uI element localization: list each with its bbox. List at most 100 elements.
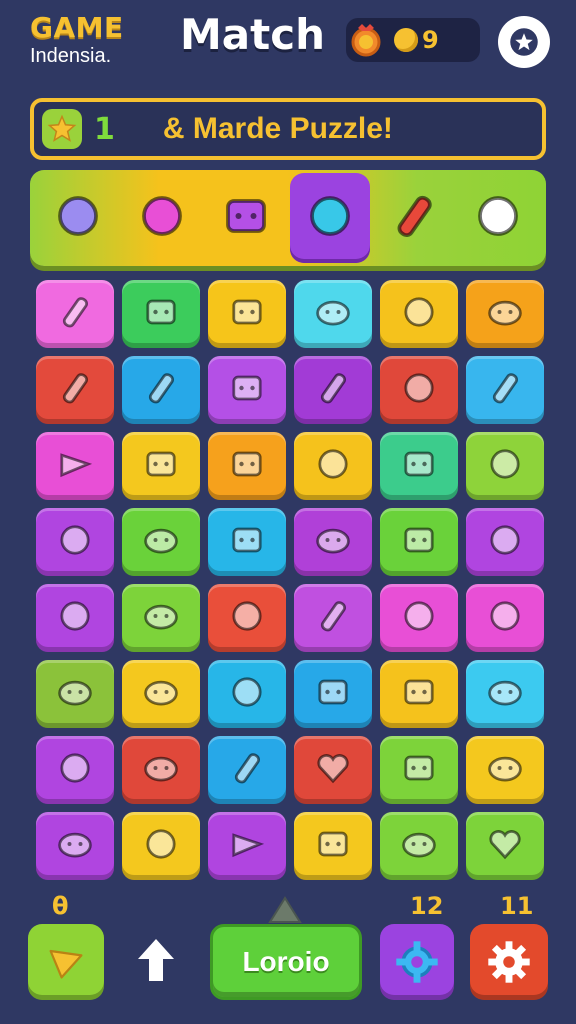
- face-icon: [225, 442, 269, 490]
- turtle-icon: [53, 670, 97, 718]
- monster-icon: [483, 290, 527, 338]
- tile-r7-c1[interactable]: [122, 812, 200, 880]
- sun-icon: [483, 442, 527, 490]
- booster-count: 12: [410, 892, 444, 920]
- flag-icon: [53, 442, 97, 490]
- up-arrow-button[interactable]: [130, 930, 182, 990]
- tile-r5-c5[interactable]: [466, 660, 544, 728]
- settings-gear-icon: [488, 941, 530, 983]
- tile-r3-c2[interactable]: [208, 508, 286, 576]
- tile-r7-c0[interactable]: [36, 812, 114, 880]
- tile-r4-c4[interactable]: [380, 584, 458, 652]
- bag-icon: [225, 290, 269, 338]
- heart-brush-icon: [483, 822, 527, 870]
- tile-r0-c4[interactable]: [380, 280, 458, 348]
- tile-r2-c0[interactable]: [36, 432, 114, 500]
- tile-r1-c2[interactable]: [208, 356, 286, 424]
- tile-r5-c1[interactable]: [122, 660, 200, 728]
- tile-r3-c0[interactable]: [36, 508, 114, 576]
- gamepad-icon: [216, 186, 276, 250]
- tile-r5-c4[interactable]: [380, 660, 458, 728]
- tile-r4-c2[interactable]: [208, 584, 286, 652]
- tile-r1-c3[interactable]: [294, 356, 372, 424]
- tile-r4-c5[interactable]: [466, 584, 544, 652]
- balloon-icon: [225, 670, 269, 718]
- cone-icon: [225, 822, 269, 870]
- page-title: Match: [180, 10, 326, 59]
- wand-icon: [483, 366, 527, 414]
- gamepad-icon: [139, 442, 183, 490]
- tile-r6-c0[interactable]: [36, 736, 114, 804]
- bell-icon: [397, 594, 441, 642]
- level-star-icon: [42, 109, 82, 149]
- tile-r5-c0[interactable]: [36, 660, 114, 728]
- yarn-icon: [483, 518, 527, 566]
- tile-r1-c5[interactable]: [466, 356, 544, 424]
- tile-r5-c3[interactable]: [294, 660, 372, 728]
- tile-r5-c2[interactable]: [208, 660, 286, 728]
- tile-r0-c5[interactable]: [466, 280, 544, 348]
- racket-icon: [384, 186, 444, 250]
- tile-r6-c4[interactable]: [380, 736, 458, 804]
- boot-icon: [53, 822, 97, 870]
- tile-r2-c3[interactable]: [294, 432, 372, 500]
- gear-icon: [396, 941, 438, 983]
- level-number: 1: [94, 111, 115, 147]
- tile-r7-c5[interactable]: [466, 812, 544, 880]
- gamepad-icon: [397, 746, 441, 794]
- tile-r1-c4[interactable]: [380, 356, 458, 424]
- tile-r6-c5[interactable]: [466, 736, 544, 804]
- tile-r4-c0[interactable]: [36, 584, 114, 652]
- ring-icon: [53, 518, 97, 566]
- tile-r0-c3[interactable]: [294, 280, 372, 348]
- tile-r3-c5[interactable]: [466, 508, 544, 576]
- tile-r3-c1[interactable]: [122, 508, 200, 576]
- tile-r7-c2[interactable]: [208, 812, 286, 880]
- tile-r3-c3[interactable]: [294, 508, 372, 576]
- favorites-button[interactable]: [498, 16, 550, 68]
- powerup-0[interactable]: [38, 173, 118, 263]
- booster-button[interactable]: [380, 924, 454, 1000]
- donut-icon: [132, 186, 192, 250]
- tile-r2-c1[interactable]: [122, 432, 200, 500]
- tile-r2-c4[interactable]: [380, 432, 458, 500]
- hint-count: θ: [52, 892, 69, 920]
- tile-r1-c0[interactable]: [36, 356, 114, 424]
- bottle-icon: [53, 366, 97, 414]
- powerup-2[interactable]: [206, 173, 286, 263]
- gamepad-icon: [397, 518, 441, 566]
- tile-r2-c2[interactable]: [208, 432, 286, 500]
- tile-r2-c5[interactable]: [466, 432, 544, 500]
- play-button[interactable]: Loroio: [210, 924, 362, 1000]
- tile-r4-c1[interactable]: [122, 584, 200, 652]
- tile-r6-c3[interactable]: [294, 736, 372, 804]
- tile-r4-c3[interactable]: [294, 584, 372, 652]
- powerup-bar: [30, 170, 546, 266]
- play-button-label: Loroio: [242, 946, 330, 977]
- powerup-1[interactable]: [122, 173, 202, 263]
- tile-r0-c0[interactable]: [36, 280, 114, 348]
- coin-icon: [394, 28, 418, 52]
- tile-r0-c2[interactable]: [208, 280, 286, 348]
- level-banner: 1 & Marde Puzzle!: [30, 98, 546, 160]
- brand-line1: GAME: [30, 11, 124, 44]
- tile-r1-c1[interactable]: [122, 356, 200, 424]
- tile-r7-c3[interactable]: [294, 812, 372, 880]
- hint-button[interactable]: [28, 924, 104, 1000]
- settings-count: 11: [500, 892, 534, 920]
- gamepad-icon: [225, 518, 269, 566]
- robot-icon: [139, 290, 183, 338]
- settings-button[interactable]: [470, 924, 548, 1000]
- tile-r6-c1[interactable]: [122, 736, 200, 804]
- tile-r6-c2[interactable]: [208, 736, 286, 804]
- powerup-4[interactable]: [374, 173, 454, 263]
- dice-icon: [311, 670, 355, 718]
- tile-r0-c1[interactable]: [122, 280, 200, 348]
- powerup-5[interactable]: [458, 173, 538, 263]
- box-icon: [397, 670, 441, 718]
- triangle-indicator-icon: [268, 896, 302, 923]
- tile-r3-c4[interactable]: [380, 508, 458, 576]
- tile-r7-c4[interactable]: [380, 812, 458, 880]
- powerup-3[interactable]: [290, 173, 370, 263]
- star-icon: [510, 28, 538, 56]
